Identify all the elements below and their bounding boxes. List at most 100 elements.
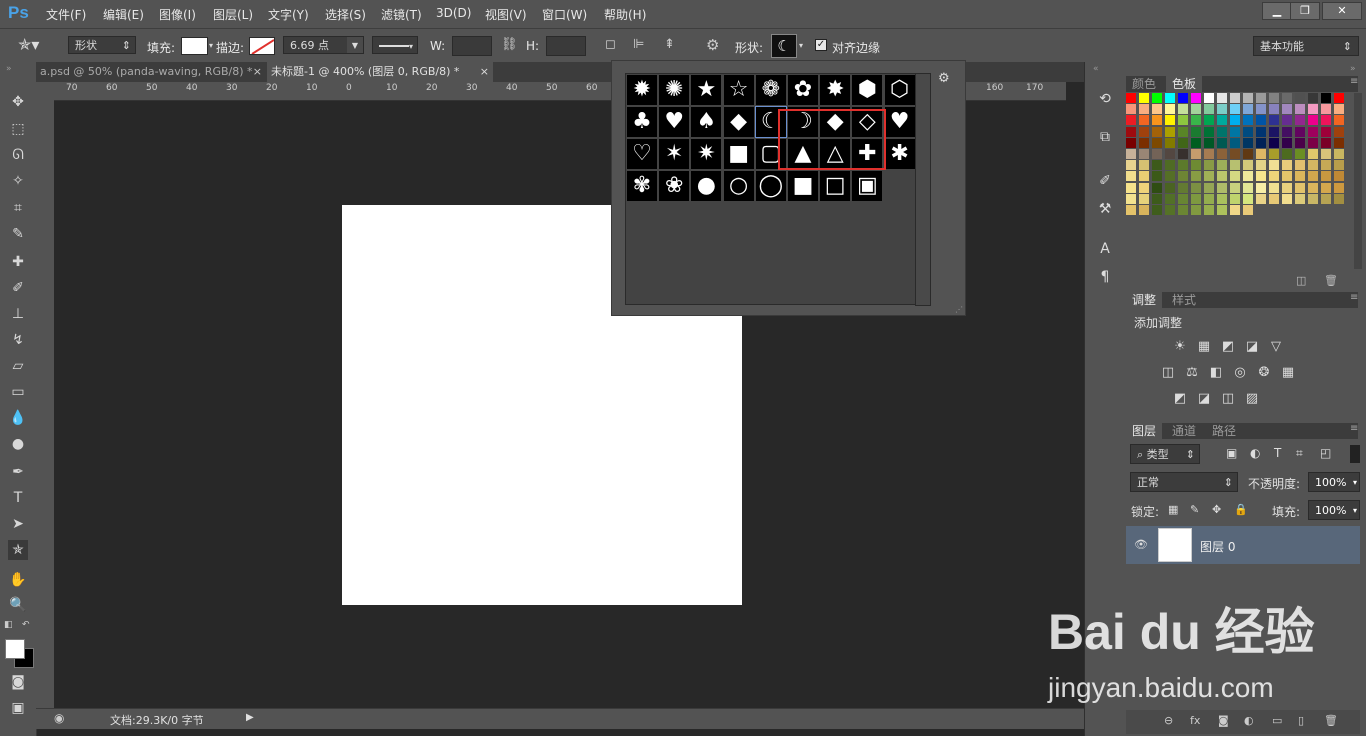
- filter-pixel-icon[interactable]: ▣: [1226, 446, 1237, 460]
- fill-input[interactable]: 100% ▾: [1308, 500, 1360, 520]
- color-swatch[interactable]: [1139, 115, 1149, 126]
- filter-type-icon[interactable]: T: [1274, 446, 1281, 460]
- eye-icon[interactable]: 👁: [1134, 538, 1148, 551]
- lock-image-icon[interactable]: ✎: [1190, 503, 1199, 516]
- color-swatch[interactable]: [1139, 104, 1149, 115]
- color-swatch[interactable]: [1269, 149, 1279, 159]
- shape-cell[interactable]: ✿: [788, 75, 818, 105]
- collapse-arrows-icon[interactable]: »: [1350, 64, 1356, 74]
- tab-channels[interactable]: 通道: [1166, 423, 1202, 439]
- close-window-button[interactable]: ✕: [1322, 2, 1362, 20]
- color-swatch[interactable]: [1269, 104, 1279, 115]
- shape-preview-moon-icon[interactable]: ☾: [771, 34, 797, 58]
- shape-grid-scrollbar[interactable]: [915, 73, 931, 306]
- color-swatch[interactable]: [1152, 137, 1162, 148]
- levels-adjust-icon[interactable]: ▦: [1196, 340, 1212, 354]
- color-swatch[interactable]: [1217, 193, 1227, 204]
- color-swatch[interactable]: [1165, 193, 1175, 204]
- color-swatch[interactable]: [1269, 193, 1279, 204]
- new-swatch-icon[interactable]: ◫: [1296, 274, 1306, 287]
- color-swatch[interactable]: [1217, 160, 1227, 171]
- color-swatch[interactable]: [1308, 149, 1318, 159]
- shape-cell[interactable]: ⬢: [852, 75, 883, 105]
- trash-icon[interactable]: 🗑: [1324, 714, 1338, 727]
- color-swatch[interactable]: [1334, 182, 1344, 193]
- color-swatch[interactable]: [1269, 137, 1279, 148]
- shape-cell[interactable]: ☆: [723, 75, 754, 105]
- shape-cell[interactable]: ●: [691, 171, 722, 201]
- hue-saturation-icon[interactable]: ◫: [1160, 366, 1176, 380]
- color-swatch[interactable]: [1126, 182, 1136, 193]
- quick-mask-icon[interactable]: ◙: [8, 672, 28, 692]
- color-swatch[interactable]: [1204, 182, 1214, 193]
- color-swatch[interactable]: [1178, 115, 1188, 126]
- color-swatch[interactable]: [1321, 126, 1331, 137]
- color-swatch[interactable]: [1178, 171, 1188, 182]
- color-swatch[interactable]: [1152, 115, 1162, 126]
- color-swatch[interactable]: [1230, 93, 1240, 103]
- color-swatch[interactable]: [1321, 104, 1331, 115]
- color-swatch[interactable]: [1243, 137, 1253, 148]
- color-swatch[interactable]: [1256, 182, 1266, 193]
- color-swatch[interactable]: [1178, 182, 1188, 193]
- history-panel-icon[interactable]: ⟲: [1096, 90, 1114, 108]
- menu-edit[interactable]: 编辑(E): [103, 6, 144, 23]
- gear-icon[interactable]: ⚙: [938, 71, 950, 86]
- color-swatch[interactable]: [1243, 193, 1253, 204]
- color-swatch[interactable]: [1321, 171, 1331, 182]
- height-input[interactable]: [546, 36, 586, 56]
- color-swatch[interactable]: [1152, 104, 1162, 115]
- color-swatch[interactable]: [1308, 126, 1318, 137]
- shape-cell[interactable]: ✺: [659, 75, 690, 105]
- brush-tool-icon[interactable]: ✐: [8, 278, 28, 298]
- foreground-color-swatch[interactable]: [5, 639, 25, 659]
- gradient-tool-icon[interactable]: ▭: [8, 382, 28, 402]
- color-swatch[interactable]: [1165, 160, 1175, 171]
- color-swatch[interactable]: [1191, 205, 1201, 215]
- color-swatch[interactable]: [1334, 104, 1344, 115]
- color-swatch[interactable]: [1152, 93, 1162, 103]
- color-swatch[interactable]: [1204, 115, 1214, 126]
- color-swatch[interactable]: [1230, 193, 1240, 204]
- color-swatch[interactable]: [1295, 93, 1305, 103]
- vibrance-adjust-icon[interactable]: ▽: [1268, 340, 1284, 354]
- color-swatch[interactable]: [1204, 171, 1214, 182]
- color-swatch[interactable]: [1217, 115, 1227, 126]
- dodge-tool-icon[interactable]: ●: [8, 434, 28, 454]
- color-swatch[interactable]: [1230, 126, 1240, 137]
- color-swatch[interactable]: [1152, 171, 1162, 182]
- stroke-width-input[interactable]: 6.69 点 ▼: [283, 36, 364, 54]
- eyedropper-tool-icon[interactable]: ✎: [8, 224, 28, 244]
- color-swatch[interactable]: [1321, 182, 1331, 193]
- color-swatch[interactable]: [1334, 115, 1344, 126]
- shape-cell[interactable]: ○: [723, 171, 754, 201]
- menu-file[interactable]: 文件(F): [46, 6, 86, 23]
- color-swatch[interactable]: [1217, 149, 1227, 159]
- color-swatch[interactable]: [1126, 115, 1136, 126]
- color-swatch[interactable]: [1204, 149, 1214, 159]
- shape-cell[interactable]: ★: [691, 75, 722, 105]
- gradient-map-icon[interactable]: ▨: [1244, 392, 1260, 406]
- new-layer-icon[interactable]: ▯: [1298, 714, 1304, 727]
- color-swatch[interactable]: [1139, 182, 1149, 193]
- curves-adjust-icon[interactable]: ◩: [1220, 340, 1236, 354]
- color-swatch[interactable]: [1243, 160, 1253, 171]
- tab-paths[interactable]: 路径: [1206, 423, 1242, 439]
- color-swatch[interactable]: [1178, 205, 1188, 215]
- layer-filter-select[interactable]: ⌕ 类型 ⇕: [1130, 444, 1200, 464]
- color-swatch[interactable]: [1165, 182, 1175, 193]
- tool-presets-icon[interactable]: ⚒: [1096, 200, 1114, 218]
- color-swatch[interactable]: [1321, 160, 1331, 171]
- color-swatch[interactable]: [1282, 93, 1292, 103]
- color-swatch[interactable]: [1334, 160, 1344, 171]
- color-swatch[interactable]: [1256, 171, 1266, 182]
- color-swatch[interactable]: [1204, 160, 1214, 171]
- color-swatch[interactable]: [1230, 115, 1240, 126]
- color-swatch[interactable]: [1334, 93, 1344, 103]
- marquee-tool-icon[interactable]: ⬚: [8, 119, 28, 139]
- shape-cell[interactable]: ■: [788, 171, 818, 201]
- color-swatch[interactable]: [1243, 182, 1253, 193]
- color-swatch[interactable]: [1178, 104, 1188, 115]
- photo-filter-icon[interactable]: ◎: [1232, 366, 1248, 380]
- color-swatch[interactable]: [1256, 137, 1266, 148]
